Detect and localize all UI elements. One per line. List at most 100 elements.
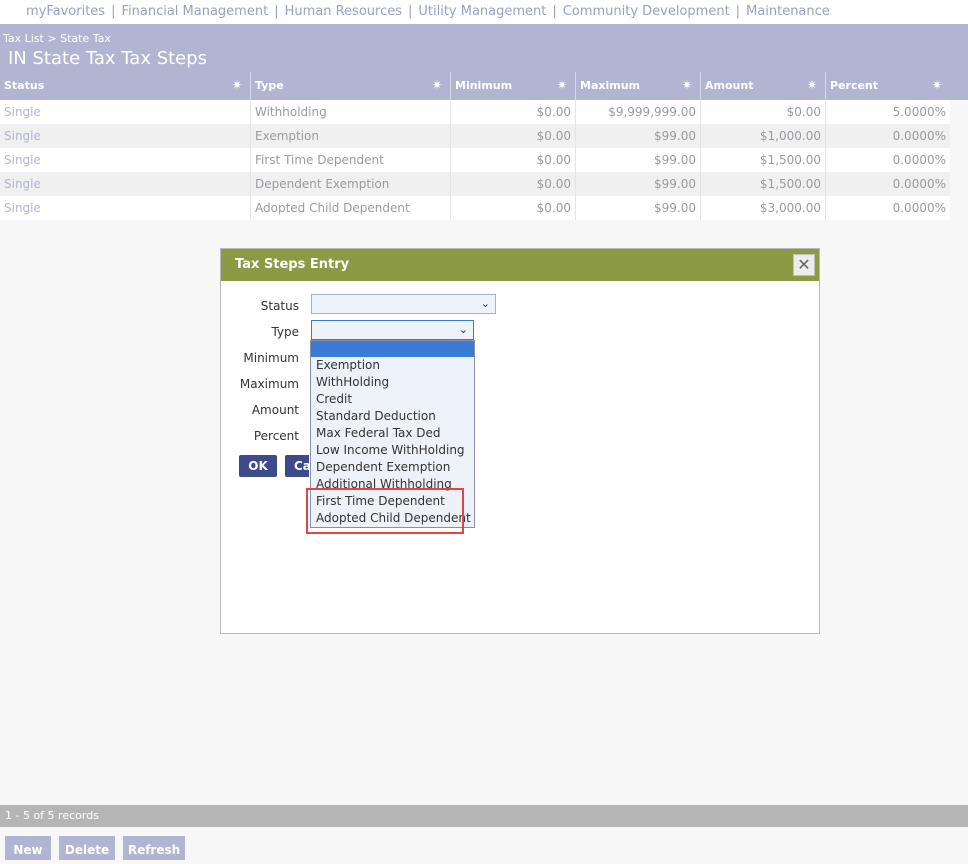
delete-button[interactable]: Delete [59,836,115,860]
dropdown-option[interactable]: Credit [311,391,474,408]
dialog-title: Tax Steps Entry [235,257,350,272]
records-count: 1 - 5 of 5 records [5,809,99,822]
cell-type: Adopted Child Dependent [250,196,450,220]
breadcrumb-state-tax[interactable]: State Tax [60,32,111,45]
nav-separator: | [111,4,116,19]
breadcrumb-separator: > [47,32,57,45]
nav-separator: | [552,4,557,19]
column-header-label: Status [4,79,45,92]
cell-status: Single [4,129,41,143]
dropdown-option[interactable]: Dependent Exemption [311,459,474,476]
cancel-button[interactable]: Ca [285,455,309,477]
refresh-button[interactable]: Refresh [123,836,185,860]
dropdown-option[interactable]: Standard Deduction [311,408,474,425]
table-row[interactable]: Single Exemption $0.00 $99.00 $1,000.00 … [0,124,950,148]
cell-minimum: $0.00 [450,196,575,220]
status-select[interactable]: ⌄ [311,294,496,314]
column-header-label: Type [255,79,284,92]
top-nav: myFavorites | Financial Management | Human R… [0,0,968,24]
nav-item-myfavorites[interactable]: myFavorites [26,4,105,19]
grid-header: Status ✷ Type ✷ Minimum ✷ Maximum ✷ Amou… [0,72,968,100]
dropdown-option[interactable]: Low Income WithHolding [311,442,474,459]
cell-maximum: $99.00 [575,196,700,220]
chevron-down-icon: ⌄ [480,297,490,310]
cell-percent: 0.0000% [825,172,950,196]
type-select[interactable]: ⌄ [311,320,474,340]
cell-maximum: $99.00 [575,124,700,148]
nav-item-community-development[interactable]: Community Development [563,4,730,19]
table-row[interactable]: Single First Time Dependent $0.00 $99.00… [0,148,950,172]
cell-type: Withholding [250,100,450,124]
cell-status: Single [4,105,41,119]
dropdown-option[interactable]: Max Federal Tax Ded [311,425,474,442]
table-row[interactable]: Single Dependent Exemption $0.00 $99.00 … [0,172,950,196]
maximum-label: Maximum [239,377,299,391]
nav-separator: | [407,4,413,19]
breadcrumb-tax-list[interactable]: Tax List [3,32,44,45]
breadcrumb: Tax List > State Tax [3,32,111,45]
dialog-title-bar[interactable]: Tax Steps Entry ✕ [221,249,819,281]
cell-status: Single [4,177,41,191]
cell-percent: 0.0000% [825,196,950,220]
gear-icon[interactable]: ✷ [932,79,944,91]
column-header-label: Amount [705,79,754,92]
nav-item-financial-management[interactable]: Financial Management [121,4,268,19]
nav-item-utility-management[interactable]: Utility Management [418,4,546,19]
cell-minimum: $0.00 [450,100,575,124]
cell-minimum: $0.00 [450,148,575,172]
nav-item-human-resources[interactable]: Human Resources [285,4,402,19]
nav-separator: | [274,4,279,19]
cell-amount: $1,500.00 [700,148,825,172]
close-icon[interactable]: ✕ [793,254,815,276]
column-header-minimum[interactable]: Minimum ✷ [450,72,575,100]
gear-icon[interactable]: ✷ [557,79,569,91]
cell-status: Single [4,201,41,215]
page-title: IN State Tax Tax Steps [8,48,208,69]
column-header-percent[interactable]: Percent ✷ [825,72,950,100]
dropdown-option[interactable]: First Time Dependent [311,493,474,510]
column-header-type[interactable]: Type ✷ [250,72,450,100]
column-header-label: Percent [830,79,879,92]
column-header-amount[interactable]: Amount ✷ [700,72,825,100]
cell-amount: $1,500.00 [700,172,825,196]
nav-separator: | [735,4,741,19]
cell-percent: 0.0000% [825,124,950,148]
cell-amount: $0.00 [700,100,825,124]
dropdown-option-blank[interactable] [311,341,474,357]
cell-percent: 5.0000% [825,100,950,124]
nav-item-maintenance[interactable]: Maintenance [746,4,830,19]
type-label: Type [271,325,299,339]
cell-maximum: $9,999,999.00 [575,100,700,124]
type-dropdown-list: Exemption WithHolding Credit Standard De… [310,340,475,528]
dropdown-option[interactable]: WithHolding [311,374,474,391]
column-header-maximum[interactable]: Maximum ✷ [575,72,700,100]
ok-button[interactable]: OK [239,455,277,477]
column-header-label: Minimum [455,79,513,92]
gear-icon[interactable]: ✷ [232,79,244,91]
cell-type: Exemption [250,124,450,148]
column-header-status[interactable]: Status ✷ [0,72,250,100]
records-status-bar: 1 - 5 of 5 records [0,805,968,827]
cell-minimum: $0.00 [450,172,575,196]
cell-type: Dependent Exemption [250,172,450,196]
gear-icon[interactable]: ✷ [432,79,444,91]
percent-label: Percent [253,429,299,443]
cell-maximum: $99.00 [575,148,700,172]
cell-type: First Time Dependent [250,148,450,172]
page-header: Tax List > State Tax IN State Tax Tax St… [0,24,968,72]
dropdown-option[interactable]: Exemption [311,357,474,374]
cell-amount: $1,000.00 [700,124,825,148]
new-button[interactable]: New [5,836,51,860]
dropdown-option[interactable]: Additional Withholding [311,476,474,493]
chevron-down-icon: ⌄ [458,323,468,336]
gear-icon[interactable]: ✷ [807,79,819,91]
table-row[interactable]: Single Adopted Child Dependent $0.00 $99… [0,196,950,220]
cell-minimum: $0.00 [450,124,575,148]
status-label: Status [260,299,299,313]
dropdown-option[interactable]: Adopted Child Dependent [311,510,474,527]
column-header-label: Maximum [580,79,640,92]
cell-maximum: $99.00 [575,172,700,196]
cell-amount: $3,000.00 [700,196,825,220]
table-row[interactable]: Single Withholding $0.00 $9,999,999.00 $… [0,100,950,124]
gear-icon[interactable]: ✷ [682,79,694,91]
